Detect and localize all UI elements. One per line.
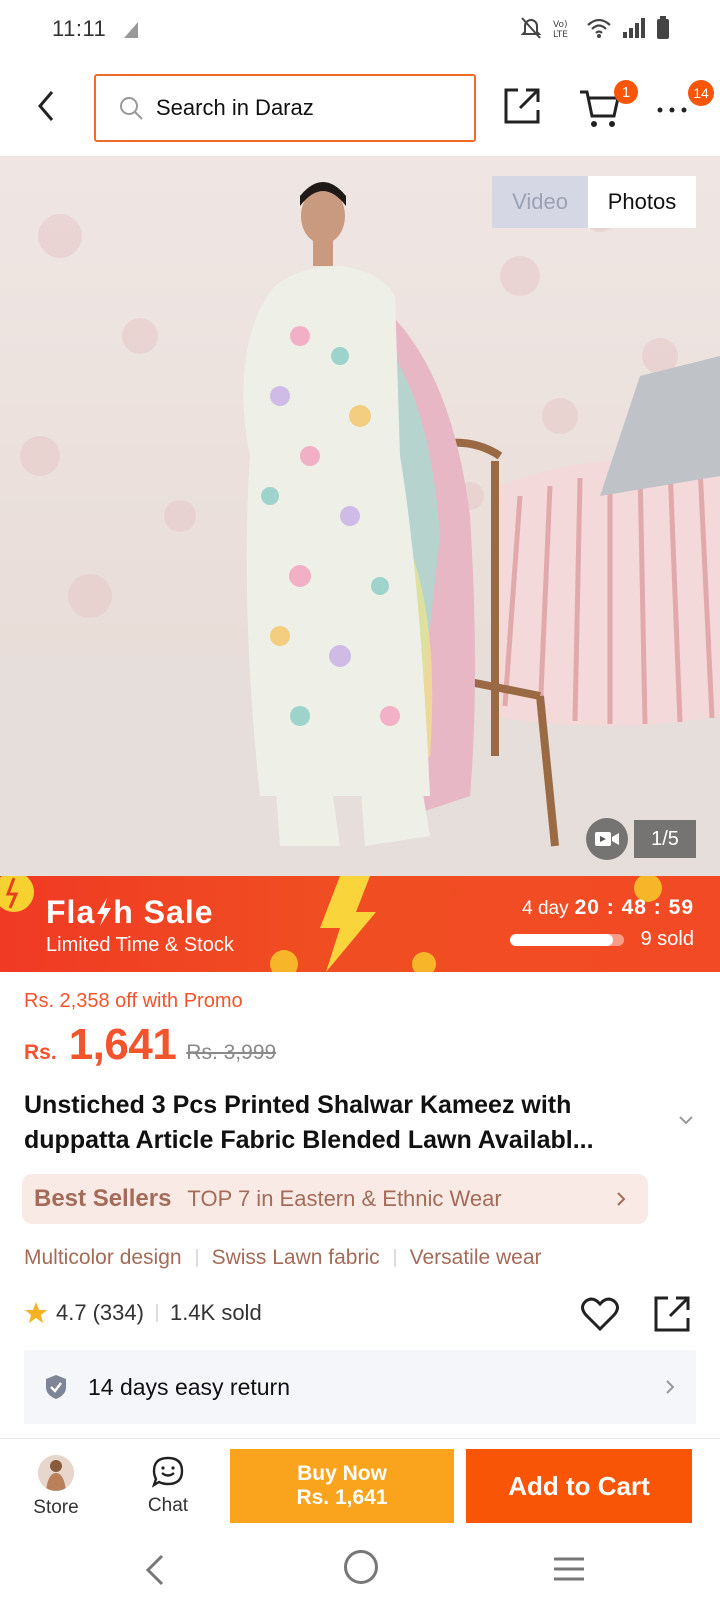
return-policy-row[interactable]: 14 days easy return (24, 1350, 696, 1424)
share-product-button[interactable] (652, 1294, 692, 1334)
chevron-down-icon (679, 1116, 693, 1125)
best-sellers-badge[interactable]: Best Sellers TOP 7 in Eastern & Ethnic W… (22, 1174, 648, 1224)
video-camera-icon (595, 832, 619, 846)
search-input[interactable]: Search in Daraz (94, 74, 476, 142)
best-sellers-label: Best Sellers (34, 1185, 172, 1212)
more-dots-icon (657, 107, 687, 113)
heart-icon (581, 1297, 619, 1332)
flash-sale-title: Fla h Sale (46, 894, 214, 931)
price-value: 1,641 (68, 1020, 177, 1069)
rating-separator (155, 1304, 158, 1322)
share-icon (504, 88, 540, 124)
more-badge: 14 (688, 80, 714, 106)
star-icon (25, 1302, 47, 1323)
system-back-icon[interactable] (142, 1552, 166, 1588)
tag-design: Multicolor design (24, 1246, 182, 1269)
share-button[interactable] (502, 86, 542, 126)
rating-value: 4.7 (56, 1300, 87, 1325)
chat-label: Chat (147, 1495, 189, 1516)
rating-row[interactable]: 4.7 (334) 1.4K sold (24, 1300, 262, 1326)
tag-separator (195, 1249, 198, 1267)
best-sellers-rank: TOP 7 in Eastern & Ethnic Wear (187, 1186, 502, 1211)
lightning-icon (97, 898, 112, 926)
countdown-days: 4 day (522, 898, 569, 919)
shield-icon (46, 1375, 66, 1399)
more-options-button[interactable] (656, 100, 692, 120)
chat-button[interactable]: Chat (130, 1455, 206, 1525)
wifi-icon (586, 17, 612, 44)
buy-now-button[interactable]: Buy Now Rs. 1,641 (230, 1449, 454, 1523)
bottom-action-bar: Store Chat Buy Now Rs. 1,641 Add to Cart (0, 1438, 720, 1528)
tag-wear: Versatile wear (409, 1246, 542, 1269)
flash-sale-banner[interactable]: Fla h Sale Limited Time & Stock 4 day 20 … (0, 876, 720, 972)
mute-icon (520, 16, 542, 45)
media-tabs: Video Photos (492, 176, 696, 228)
chevron-right-icon (617, 1192, 626, 1206)
original-price: Rs. 3,999 (186, 1041, 277, 1064)
buy-now-label: Buy Now (297, 1462, 387, 1485)
signal-icon (622, 17, 646, 44)
system-recents-icon[interactable] (552, 1556, 586, 1582)
promo-discount[interactable]: Rs. 2,358 off with Promo (24, 990, 243, 1013)
image-counter: 1/5 (634, 820, 696, 858)
product-detail-page: 11:11 Vo) LTE Search in Daraz 1 14 Video… (0, 0, 720, 1612)
back-arrow-icon (38, 91, 54, 121)
top-navigation: Search in Daraz 1 14 (0, 60, 720, 156)
flash-sold-count: 9 sold (640, 928, 694, 950)
tab-video[interactable]: Video (492, 176, 588, 228)
wishlist-button[interactable] (580, 1296, 620, 1332)
data-signal-icon (122, 18, 140, 45)
svg-text:Vo): Vo) (553, 20, 567, 30)
product-tags: Multicolor design Swiss Lawn fabric Vers… (24, 1246, 542, 1270)
store-button[interactable]: Store (18, 1455, 94, 1525)
search-placeholder: Search in Daraz (156, 95, 314, 120)
share-icon (654, 1296, 690, 1332)
status-icons: Vo) LTE (520, 16, 670, 45)
store-avatar-image (38, 1455, 74, 1491)
add-to-cart-button[interactable]: Add to Cart (466, 1449, 692, 1523)
return-policy-text: 14 days easy return (88, 1373, 291, 1400)
status-time: 11:11 (52, 16, 107, 41)
expand-title-button[interactable] (676, 1110, 696, 1130)
search-icon (120, 97, 143, 120)
flash-sold-progress-fill (510, 934, 613, 946)
svg-text:LTE: LTE (553, 30, 568, 39)
status-bar: 11:11 Vo) LTE (0, 0, 720, 60)
system-navigation-bar (0, 1528, 720, 1612)
flash-countdown: 4 day 20 : 48 : 59 (522, 896, 694, 920)
flash-sold-progress (510, 934, 624, 946)
countdown-time: 20 : 48 : 59 (574, 896, 694, 919)
cart-badge: 1 (614, 80, 638, 104)
play-video-button[interactable] (586, 818, 628, 860)
tab-photos[interactable]: Photos (588, 176, 696, 228)
chevron-right-icon (666, 1380, 675, 1394)
flash-sale-subtitle: Limited Time & Stock (46, 934, 234, 956)
chat-icon (151, 1456, 184, 1488)
system-home-icon[interactable] (344, 1550, 378, 1584)
tag-separator (393, 1249, 396, 1267)
price-currency: Rs. (24, 1041, 57, 1064)
product-title[interactable]: Unstiched 3 Pcs Printed Shalwar Kameez w… (24, 1088, 674, 1158)
buy-now-price: Rs. 1,641 (296, 1486, 388, 1509)
battery-icon (656, 16, 670, 45)
flash-title-right: h Sale (113, 894, 214, 930)
price-row: Rs. 1,641 Rs. 3,999 (24, 1020, 276, 1070)
flash-title-left: Fla (46, 894, 96, 930)
review-count: (334) (92, 1300, 144, 1325)
product-photo (0, 156, 720, 876)
product-image[interactable]: Video Photos 1/5 (0, 156, 720, 876)
store-label: Store (33, 1497, 79, 1518)
sold-count: 1.4K sold (169, 1300, 262, 1325)
back-button[interactable] (30, 86, 66, 126)
volte-icon: Vo) LTE (552, 17, 576, 44)
store-avatar (38, 1455, 74, 1491)
tag-fabric: Swiss Lawn fabric (211, 1246, 380, 1269)
